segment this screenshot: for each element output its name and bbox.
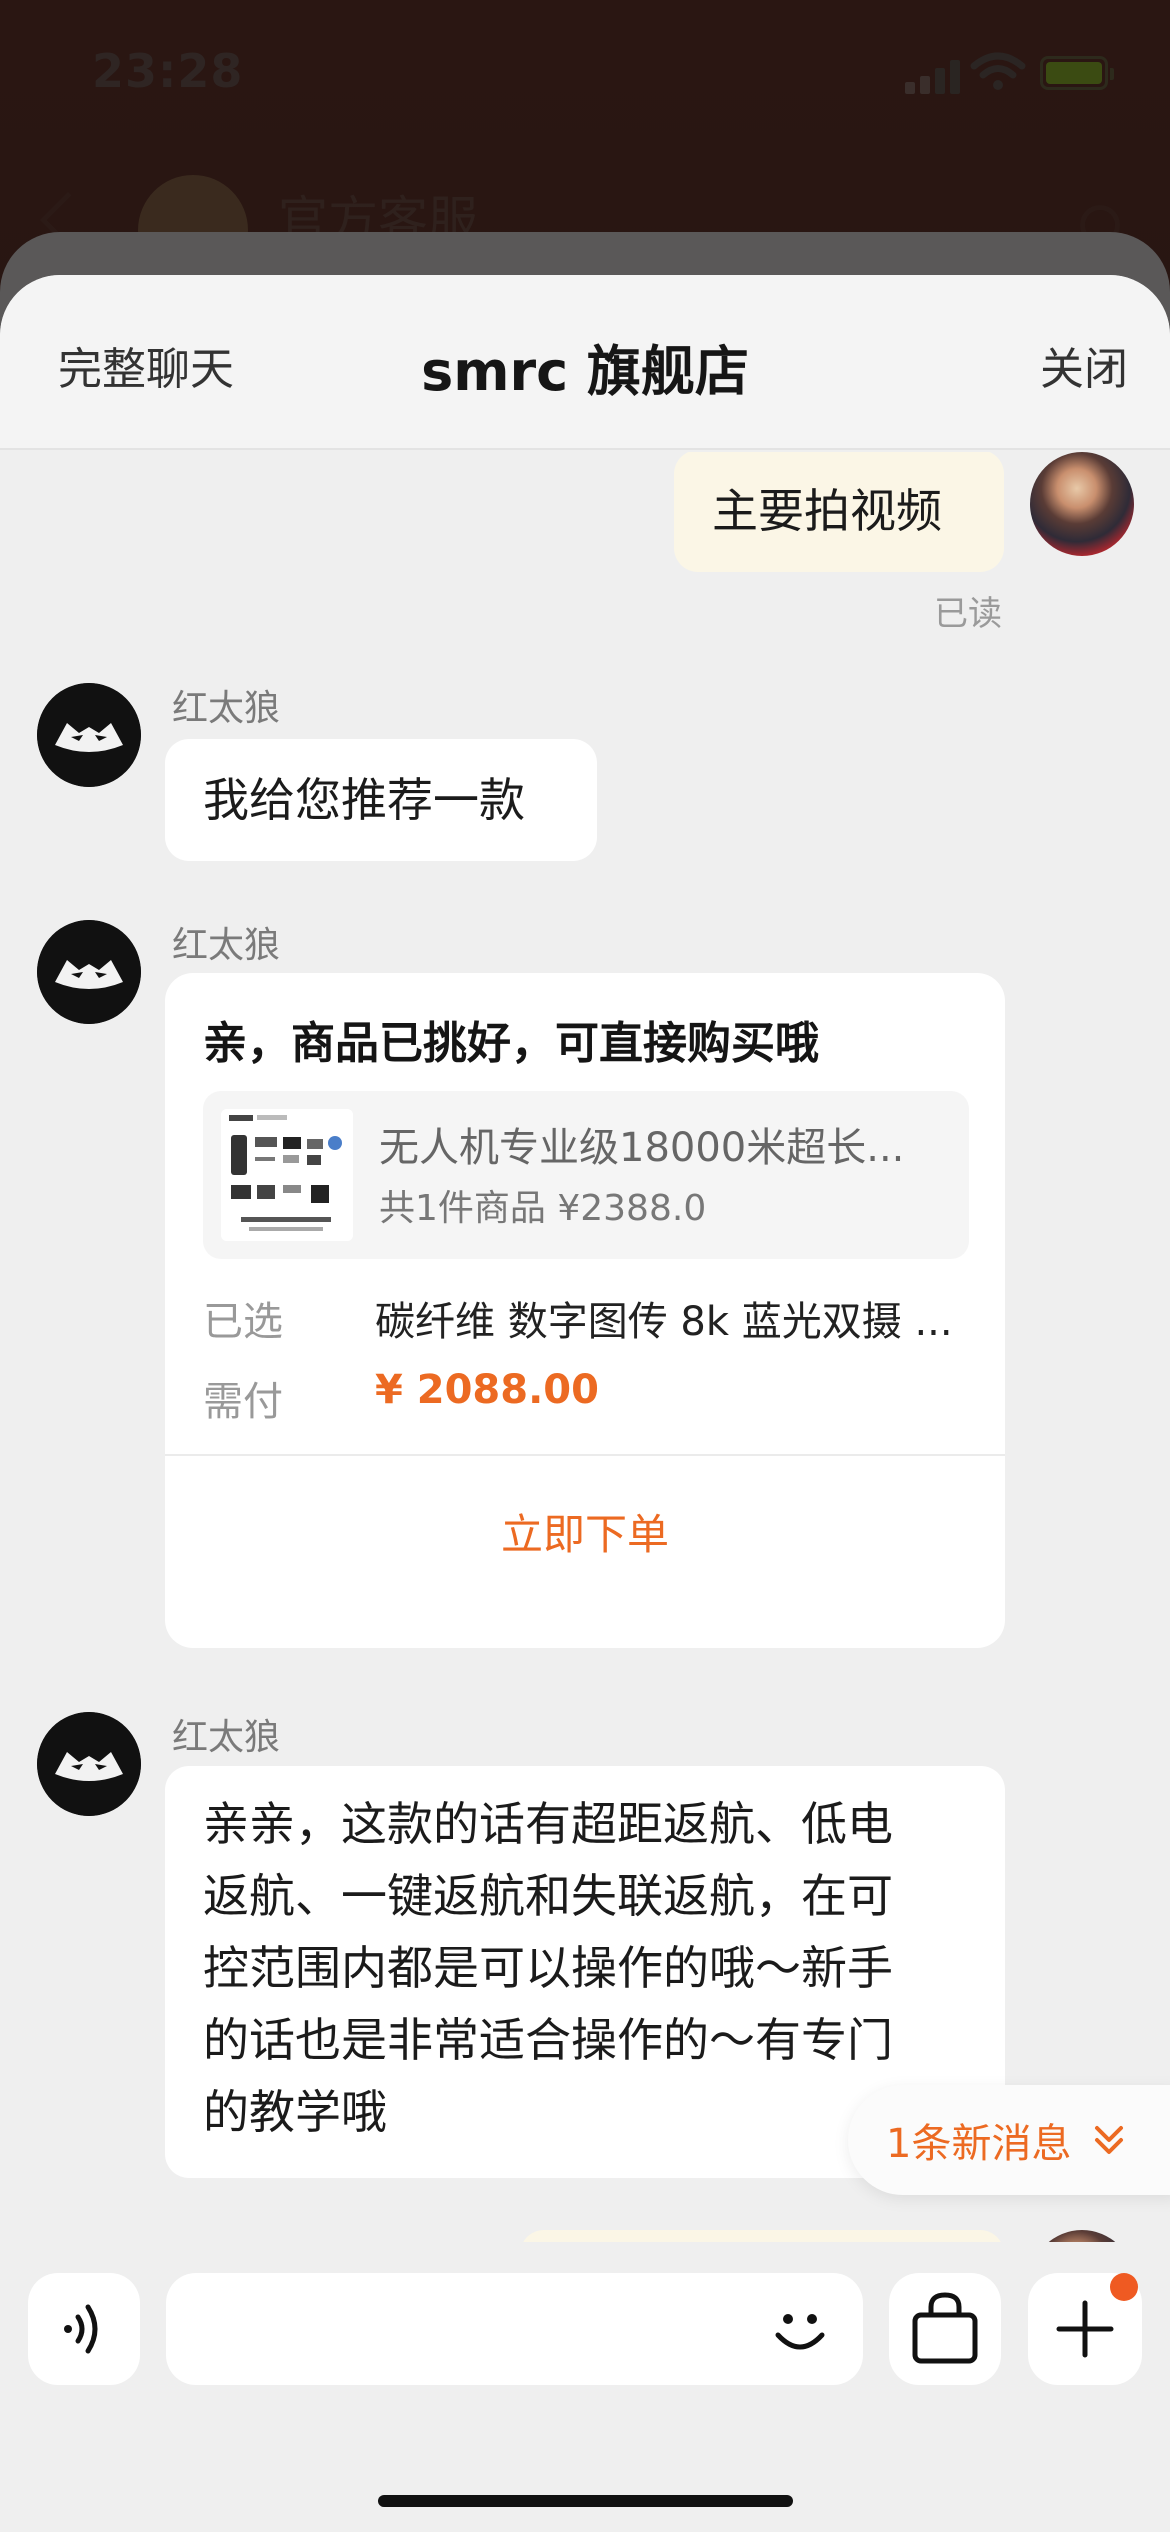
message-list[interactable]: 主要拍视频 已读 红太狼 我给您推荐一款 红太狼 亲，商品已挑好，可直接购买哦 … xyxy=(0,452,1170,2242)
sender-name: 红太狼 xyxy=(172,925,281,966)
status-time: 23:28 xyxy=(92,44,244,98)
voice-icon xyxy=(64,2304,98,2354)
battery-icon xyxy=(1040,56,1114,90)
read-status: 已读 xyxy=(934,594,1002,634)
message-line: 控范围内都是可以操作的哦～新手 xyxy=(203,1941,893,1995)
agent-avatar[interactable] xyxy=(37,1712,141,1816)
product-thumbnail xyxy=(221,1109,353,1241)
wolf-logo-icon xyxy=(37,683,141,787)
order-now-button[interactable]: 立即下单 xyxy=(165,1501,1005,1562)
shopping-bag-button[interactable] xyxy=(889,2273,1001,2385)
divider xyxy=(165,1454,1005,1456)
shopping-bag-icon xyxy=(912,2292,978,2364)
new-message-label: 1条新消息 xyxy=(886,2121,1072,2167)
message-line: 返航、一键返航和失联返航，在可 xyxy=(203,1869,893,1923)
status-bar: 23:28 xyxy=(0,0,1170,150)
voice-input-button[interactable] xyxy=(28,2273,140,2385)
store-title: smrc 旗舰店 xyxy=(421,340,749,403)
double-chevron-down-icon xyxy=(1095,2126,1124,2154)
my-message-bubble[interactable]: 主要拍视频 xyxy=(674,452,1004,572)
user-avatar[interactable] xyxy=(1030,2230,1134,2242)
message-line: 的话也是非常适合操作的～有专门 xyxy=(203,2013,893,2067)
product-item[interactable]: 无人机专业级18000米超长... 共1件商品 ¥2388.0 xyxy=(203,1091,969,1259)
sender-name: 红太狼 xyxy=(172,1717,281,1758)
product-order-card: 亲，商品已挑好，可直接购买哦 无人机专业级18000米超长... 共1件商品 ¥… xyxy=(165,973,1005,1648)
wifi-icon xyxy=(970,52,1026,90)
pay-label: 需付 xyxy=(203,1379,283,1425)
sender-name: 红太狼 xyxy=(172,688,281,729)
wolf-logo-icon xyxy=(37,1712,141,1816)
more-options-button[interactable] xyxy=(1028,2273,1142,2385)
product-meta: 共1件商品 ¥2388.0 xyxy=(379,1188,707,1229)
agent-avatar[interactable] xyxy=(37,683,141,787)
smile-icon xyxy=(775,2314,825,2350)
my-message-bubble-partial[interactable] xyxy=(520,2230,1004,2242)
product-name: 无人机专业级18000米超长... xyxy=(379,1125,905,1171)
wolf-logo-icon xyxy=(37,920,141,1024)
new-message-button[interactable]: 1条新消息 xyxy=(848,2085,1170,2195)
agent-avatar[interactable] xyxy=(37,920,141,1024)
selected-label: 已选 xyxy=(203,1299,283,1345)
user-avatar[interactable] xyxy=(1030,452,1134,556)
card-title: 亲，商品已挑好，可直接购买哦 xyxy=(203,1018,819,1069)
screen: 23:28 官方客服 完整聊天 smrc 旗舰店 关闭 主要拍视频 已读 红太狼… xyxy=(0,0,1170,2532)
close-button[interactable]: 关闭 xyxy=(1040,333,1128,397)
agent-message-bubble[interactable]: 我给您推荐一款 xyxy=(165,739,597,861)
notification-dot xyxy=(1110,2273,1138,2301)
sheet-header: 完整聊天 smrc 旗舰店 关闭 xyxy=(0,275,1170,450)
home-indicator[interactable] xyxy=(378,2495,793,2507)
message-line: 亲亲，这款的话有超距返航、低电 xyxy=(203,1797,893,1851)
pay-amount: ¥ 2088.00 xyxy=(375,1367,599,1413)
selected-spec: 碳纤维 数字图传 8k 蓝光双摄 ... xyxy=(375,1299,953,1345)
emoji-button[interactable] xyxy=(758,2287,842,2371)
cellular-signal-icon xyxy=(905,58,965,94)
